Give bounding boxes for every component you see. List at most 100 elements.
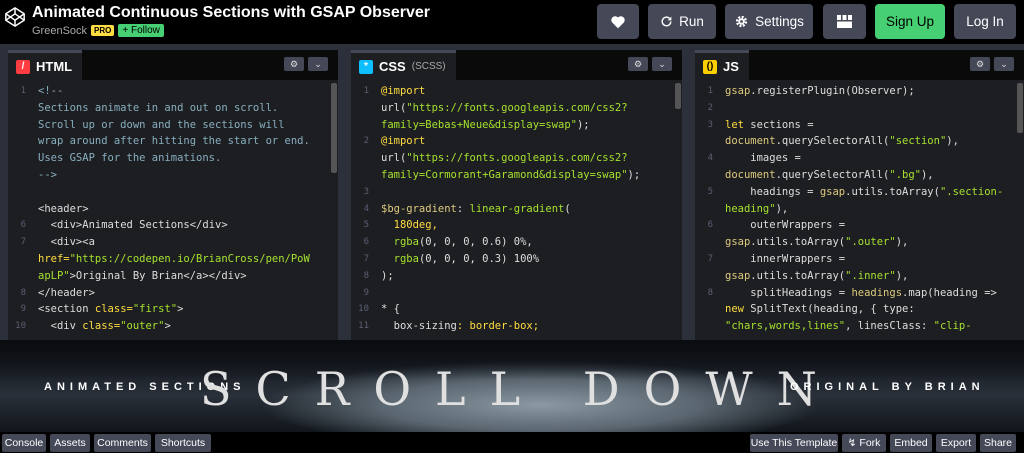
css-collapse-chevron-down-icon[interactable]: ⌄ bbox=[652, 57, 672, 71]
assets-button[interactable]: Assets bbox=[50, 434, 90, 452]
code-line[interactable]: 4 images = bbox=[695, 150, 1016, 167]
code-line[interactable]: new SplitText(heading, { type: bbox=[695, 301, 1016, 318]
run-button[interactable]: Run bbox=[648, 4, 716, 39]
line-number: 10 bbox=[358, 304, 369, 315]
code-line[interactable]: Uses GSAP for the animations. bbox=[8, 150, 330, 167]
tab-js[interactable]: () JS bbox=[695, 50, 749, 80]
css-scroll-thumb[interactable] bbox=[675, 83, 681, 109]
code-token: .utils.toArray( bbox=[750, 269, 846, 282]
code-line[interactable]: url("https://fonts.googleapis.com/css2? bbox=[351, 150, 674, 167]
codepen-logo-icon[interactable] bbox=[4, 6, 26, 28]
code-line[interactable]: 8); bbox=[351, 268, 674, 285]
js-settings-gear-icon[interactable]: ⚙ bbox=[970, 57, 990, 71]
console-button[interactable]: Console bbox=[2, 434, 46, 452]
js-collapse-chevron-down-icon[interactable]: ⌄ bbox=[994, 57, 1014, 71]
code-line[interactable]: 10 <div class="outer"> bbox=[8, 318, 330, 335]
js-scrollbar[interactable] bbox=[1016, 83, 1024, 340]
code-line[interactable]: gsap.utils.toArray(".inner"), bbox=[695, 268, 1016, 285]
html-scrollbar[interactable] bbox=[330, 83, 338, 340]
follow-button[interactable]: + Follow bbox=[118, 24, 164, 37]
code-line[interactable]: wrap around after hitting the start or e… bbox=[8, 133, 330, 150]
line-number bbox=[8, 251, 38, 268]
code-line[interactable]: 6 <div>Animated Sections</div> bbox=[8, 217, 330, 234]
code-line[interactable]: 3 bbox=[351, 184, 674, 201]
code-line[interactable]: <header> bbox=[8, 201, 330, 218]
code-line[interactable]: 9 <section class="first"> bbox=[8, 301, 330, 318]
settings-button[interactable]: Settings bbox=[725, 4, 813, 39]
line-number: 8 bbox=[363, 270, 369, 281]
code-line[interactable] bbox=[8, 184, 330, 201]
code-line[interactable]: 3 let sections = bbox=[695, 117, 1016, 134]
tab-html[interactable]: / HTML bbox=[8, 50, 83, 80]
code-line[interactable]: 7 <div><a bbox=[8, 234, 330, 251]
code-line[interactable]: family=Cormorant+Garamond&display=swap")… bbox=[351, 167, 674, 184]
code-line[interactable]: 5 180deg, bbox=[351, 217, 674, 234]
code-line[interactable]: url("https://fonts.googleapis.com/css2? bbox=[351, 100, 674, 117]
code-line[interactable]: 7 innerWrappers = bbox=[695, 251, 1016, 268]
shortcuts-button[interactable]: Shortcuts bbox=[155, 434, 211, 452]
line-number: 9 bbox=[20, 304, 26, 315]
code-line[interactable]: 5 headings = gsap.utils.toArray(".sectio… bbox=[695, 184, 1016, 201]
log-in-button[interactable]: Log In bbox=[954, 4, 1016, 39]
code-line[interactable]: --> bbox=[8, 167, 330, 184]
export-button[interactable]: Export bbox=[936, 434, 976, 452]
embed-button[interactable]: Embed bbox=[890, 434, 932, 452]
code-line[interactable]: 9 bbox=[351, 285, 674, 302]
code-line[interactable]: Sections animate in and out on scroll. bbox=[8, 100, 330, 117]
code-line[interactable]: 2 @import bbox=[351, 133, 674, 150]
css-code[interactable]: 1 @import url("https://fonts.googleapis.co… bbox=[351, 83, 674, 340]
sign-up-button[interactable]: Sign Up bbox=[875, 4, 945, 39]
share-button[interactable]: Share bbox=[980, 434, 1016, 452]
code-line[interactable]: 2 bbox=[695, 100, 1016, 117]
code-line[interactable]: 1 <!-- bbox=[8, 83, 330, 100]
code-token: : border-box; bbox=[456, 320, 540, 333]
code-line[interactable]: href="https://codepen.io/BrianCross/pen/… bbox=[8, 251, 330, 268]
code-line[interactable]: apLP">Original By Brian</a></div> bbox=[8, 268, 330, 285]
code-line[interactable]: document.querySelectorAll("section"), bbox=[695, 133, 1016, 150]
code-token: </a></div> bbox=[183, 269, 247, 282]
css-settings-gear-icon[interactable]: ⚙ bbox=[628, 57, 648, 71]
code-line[interactable]: 7 rgba(0, 0, 0, 0.3) 100% bbox=[351, 251, 674, 268]
code-line[interactable]: 1 @import bbox=[351, 83, 674, 100]
author-link[interactable]: GreenSock bbox=[32, 25, 87, 37]
code-content: apLP">Original By Brian</a></div> bbox=[38, 268, 247, 285]
code-line[interactable]: document.querySelectorAll(".bg"), bbox=[695, 167, 1016, 184]
preview-frame[interactable]: ANIMATED SECTIONS SCROLL DOWN ORIGINAL B… bbox=[0, 340, 1024, 432]
html-settings-gear-icon[interactable]: ⚙ bbox=[284, 57, 304, 71]
css-icon: * bbox=[359, 59, 373, 74]
code-line[interactable]: "chars,words,lines", linesClass: "clip- bbox=[695, 318, 1016, 335]
preview-original-by-brian[interactable]: ORIGINAL BY BRIAN bbox=[790, 381, 985, 393]
html-scroll-thumb[interactable] bbox=[331, 83, 337, 173]
heart-button[interactable] bbox=[597, 4, 639, 39]
js-scroll-thumb[interactable] bbox=[1017, 83, 1023, 133]
code-line[interactable]: 11 box-sizing: border-box; bbox=[351, 318, 674, 335]
code-line[interactable]: family=Bebas+Neue&display=swap"); bbox=[351, 117, 674, 134]
tab-css[interactable]: * CSS (SCSS) bbox=[351, 50, 456, 80]
html-collapse-chevron-down-icon[interactable]: ⌄ bbox=[308, 57, 328, 71]
code-line[interactable]: 1 gsap.registerPlugin(Observer); bbox=[695, 83, 1016, 100]
comments-button[interactable]: Comments bbox=[94, 434, 151, 452]
code-content: heading"), bbox=[725, 201, 788, 218]
code-line[interactable]: Scroll up or down and the sections will bbox=[8, 117, 330, 134]
use-template-button[interactable]: Use This Template bbox=[750, 434, 838, 452]
code-line[interactable]: 6 rgba(0, 0, 0, 0.6) 0%, bbox=[351, 234, 674, 251]
code-token: ), bbox=[895, 269, 909, 282]
code-line[interactable]: heading"), bbox=[695, 201, 1016, 218]
css-editor-header: * CSS (SCSS) ⚙ ⌄ bbox=[351, 50, 682, 80]
line-number bbox=[8, 268, 38, 285]
code-line[interactable]: 8 splitHeadings = headings.map(heading =… bbox=[695, 285, 1016, 302]
js-code[interactable]: 1 gsap.registerPlugin(Observer); 2 3 let sec… bbox=[695, 83, 1016, 340]
code-line[interactable]: 10 * { bbox=[351, 301, 674, 318]
code-line[interactable]: 6 outerWrappers = bbox=[695, 217, 1016, 234]
css-scrollbar[interactable] bbox=[674, 83, 682, 340]
code-token: family=Cormorant+Garamond&display=swap" bbox=[381, 168, 628, 181]
code-token: ), bbox=[946, 135, 959, 148]
fork-button[interactable]: ↯ Fork bbox=[842, 434, 886, 452]
line-number: 11 bbox=[358, 321, 369, 332]
html-code[interactable]: 1 <!-- Sections animate in and out on scro… bbox=[8, 83, 330, 340]
code-token: , linesClass: bbox=[845, 320, 934, 333]
code-line[interactable]: gsap.utils.toArray(".outer"), bbox=[695, 234, 1016, 251]
change-view-button[interactable] bbox=[823, 4, 866, 39]
code-line[interactable]: 8 </header> bbox=[8, 285, 330, 302]
code-line[interactable]: 4 $bg-gradient: linear-gradient( bbox=[351, 201, 674, 218]
